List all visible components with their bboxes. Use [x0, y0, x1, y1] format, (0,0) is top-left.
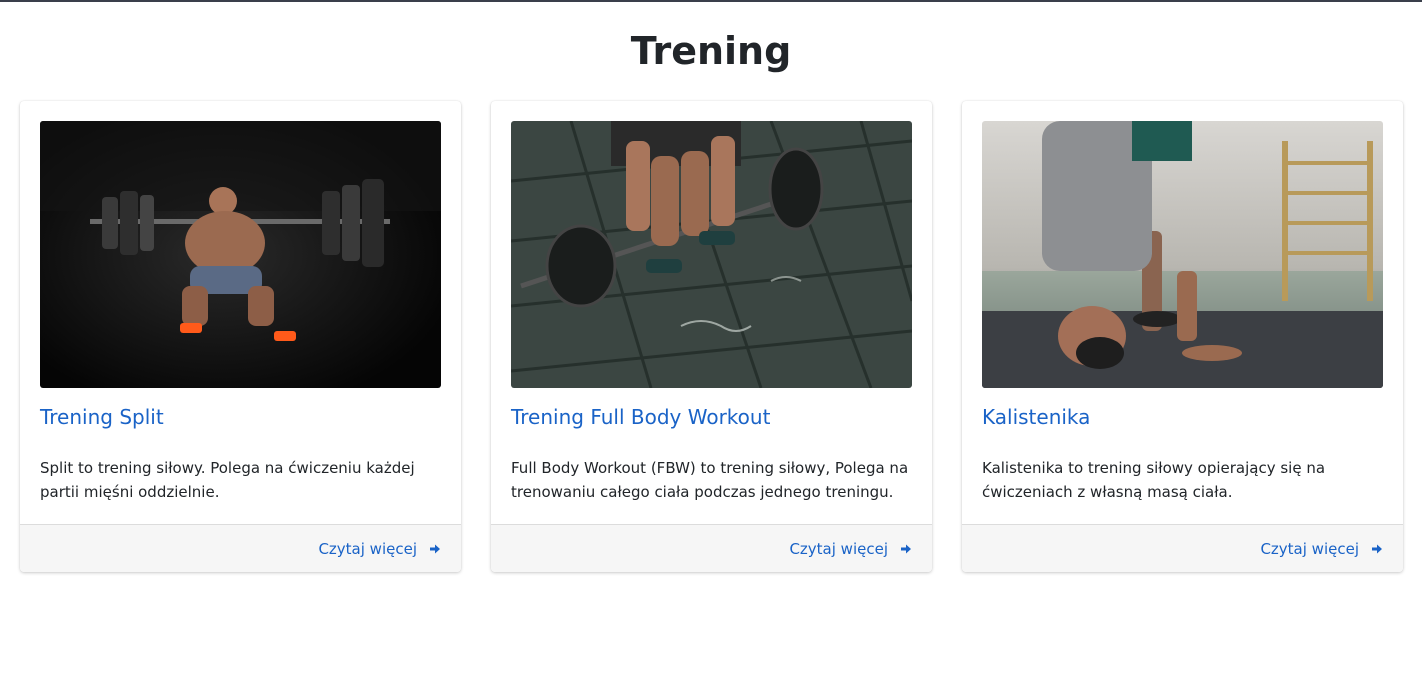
- read-more-link[interactable]: Czytaj więcej: [318, 539, 441, 559]
- card-footer: Czytaj więcej: [962, 524, 1403, 572]
- card-footer: Czytaj więcej: [20, 524, 461, 572]
- read-more-link[interactable]: Czytaj więcej: [1260, 539, 1383, 559]
- card-image-barbell-squat[interactable]: [40, 121, 441, 388]
- card-trening-split: Trening Split Split to trening siłowy. P…: [20, 101, 461, 572]
- card-trening-full-body: Trening Full Body Workout Full Body Work…: [491, 101, 932, 572]
- read-more-label: Czytaj więcej: [1260, 540, 1359, 558]
- read-more-link[interactable]: Czytaj więcej: [789, 539, 912, 559]
- card-title[interactable]: Trening Full Body Workout: [511, 403, 770, 431]
- arrow-right-icon: [429, 543, 441, 555]
- deadlift-photo: [511, 121, 912, 388]
- card-title[interactable]: Trening Split: [40, 403, 164, 431]
- read-more-label: Czytaj więcej: [318, 540, 417, 558]
- card-text: Split to trening siłowy. Polega na ćwicz…: [40, 459, 415, 501]
- top-border: [0, 0, 1422, 2]
- card-title[interactable]: Kalistenika: [982, 403, 1090, 431]
- card-kalistenika: Kalistenika Kalistenika to trening siłow…: [962, 101, 1403, 572]
- card-image-deadlift[interactable]: [511, 121, 912, 388]
- barbell-squat-photo: [40, 121, 441, 388]
- page-title: Trening: [630, 29, 792, 73]
- read-more-label: Czytaj więcej: [789, 540, 888, 558]
- card-footer: Czytaj więcej: [491, 524, 932, 572]
- card-text: Full Body Workout (FBW) to trening siłow…: [511, 459, 909, 501]
- headstand-photo: [982, 121, 1383, 388]
- card-image-headstand[interactable]: [982, 121, 1383, 388]
- arrow-right-icon: [900, 543, 912, 555]
- arrow-right-icon: [1371, 543, 1383, 555]
- card-text: Kalistenika to trening siłowy opierający…: [982, 459, 1326, 501]
